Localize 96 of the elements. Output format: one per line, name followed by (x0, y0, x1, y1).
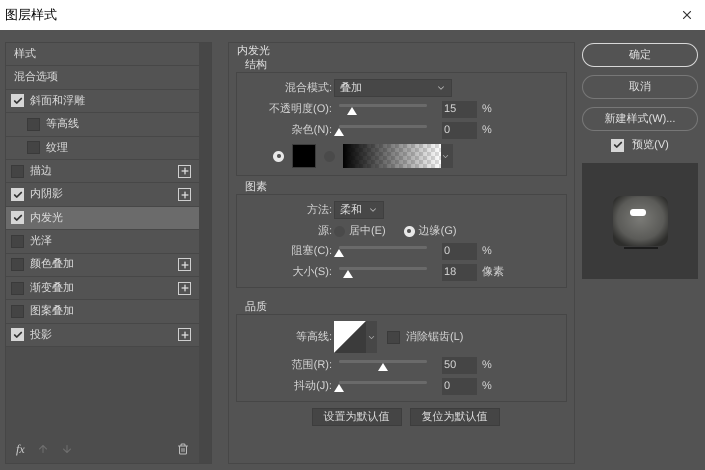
slider-label: 抖动(J): (293, 379, 333, 394)
checkbox[interactable] (11, 211, 24, 224)
trash-icon[interactable] (177, 443, 189, 455)
checkbox[interactable] (11, 304, 24, 318)
gradient-picker[interactable] (343, 144, 453, 168)
checkbox[interactable] (11, 188, 24, 202)
style-item[interactable]: 光泽 (6, 230, 199, 254)
style-label: 内发光 (30, 210, 63, 226)
unit-label: % (482, 358, 492, 374)
checkbox[interactable] (11, 328, 24, 342)
style-label: 渐变叠加 (30, 280, 74, 296)
slider-thumb[interactable] (334, 128, 344, 136)
radio-button[interactable] (273, 150, 284, 162)
unit-label: % (482, 123, 492, 138)
value-field[interactable]: 15 (442, 101, 477, 118)
slider-thumb[interactable] (378, 363, 388, 371)
dialog-button[interactable]: 新建样式(W)... (582, 107, 698, 131)
slider-label: 阻塞(C): (290, 244, 333, 260)
checkbox[interactable] (387, 330, 400, 344)
slider-label: 杂色(N): (290, 123, 333, 138)
value-field[interactable]: 50 (442, 357, 477, 374)
styles-header[interactable]: 样式 (6, 43, 199, 66)
checkbox[interactable] (11, 94, 24, 108)
slider-thumb[interactable] (334, 384, 344, 392)
slider-label: 范围(R): (290, 358, 333, 374)
checkbox[interactable] (27, 141, 40, 154)
dropdown[interactable]: 柔和 (334, 201, 384, 219)
style-item[interactable]: 渐变叠加 (6, 276, 199, 300)
style-item[interactable]: 纹理 (6, 136, 199, 160)
style-label: 内阴影 (30, 187, 63, 202)
group-title: 结构 (245, 58, 268, 72)
section-title: 内发光 (237, 45, 271, 58)
slider-thumb[interactable] (334, 249, 344, 257)
style-label: 颜色叠加 (30, 256, 74, 272)
style-item[interactable]: 混合选项 (6, 66, 199, 90)
value-field[interactable]: 0 (442, 378, 477, 395)
style-label: 光泽 (30, 234, 52, 250)
group-title: 品质 (245, 300, 268, 314)
radio-label: 边缘(G) (418, 224, 457, 239)
add-icon[interactable] (178, 258, 191, 272)
close-icon[interactable] (680, 8, 694, 22)
add-icon[interactable] (178, 164, 191, 178)
style-item[interactable]: 斜面和浮雕 (6, 90, 199, 114)
field-label: 等高线: (294, 330, 333, 345)
unit-label: % (482, 379, 492, 394)
style-item[interactable]: 图案叠加 (6, 300, 199, 324)
default-button[interactable]: 设置为默认值 (312, 408, 402, 426)
style-label: 图案叠加 (30, 304, 74, 320)
checkbox[interactable] (11, 234, 24, 248)
unit-label: 像素 (482, 264, 504, 280)
field-label: 源: (316, 224, 333, 239)
dropdown[interactable]: 叠加 (334, 79, 452, 97)
radio-button[interactable] (404, 226, 415, 236)
contour-icon (334, 321, 366, 353)
checkbox[interactable] (11, 282, 24, 295)
style-label: 混合选项 (14, 70, 58, 86)
slider-label: 大小(S): (291, 265, 333, 280)
add-icon[interactable] (178, 188, 191, 202)
value-field[interactable]: 18 (442, 264, 477, 281)
checkbox-label: 消除锯齿(L) (406, 330, 464, 345)
contour-picker[interactable] (334, 321, 377, 353)
checkbox[interactable] (27, 118, 40, 131)
slider-thumb[interactable] (342, 270, 353, 278)
style-label: 等高线 (46, 116, 79, 132)
checkbox[interactable] (611, 138, 624, 152)
window-title: 图层样式 (5, 6, 57, 24)
style-label: 纹理 (46, 140, 68, 156)
style-label: 描边 (30, 164, 52, 179)
field-label: 混合模式: (284, 80, 333, 96)
style-item[interactable]: 颜色叠加 (6, 254, 199, 277)
style-label: 投影 (30, 328, 52, 343)
value-field[interactable]: 0 (442, 122, 477, 139)
style-item[interactable]: 描边 (6, 160, 199, 184)
fx-button[interactable]: fx (16, 440, 25, 458)
style-item[interactable]: 内阴影 (6, 183, 199, 207)
group-title: 图素 (245, 180, 268, 194)
default-button[interactable]: 复位为默认值 (410, 408, 500, 426)
preview-label: 预览(V) (632, 138, 669, 153)
dialog-button[interactable]: 确定 (582, 43, 698, 67)
style-item[interactable]: 内发光 (6, 206, 199, 230)
checkbox[interactable] (11, 258, 24, 272)
style-item[interactable]: 投影 (6, 324, 199, 348)
add-icon[interactable] (178, 328, 191, 342)
slider-label: 不透明度(O): (268, 102, 333, 118)
color-swatch[interactable] (292, 144, 316, 168)
checkbox[interactable] (11, 164, 24, 178)
unit-label: % (482, 244, 492, 260)
value-field[interactable]: 0 (442, 243, 477, 260)
style-label: 斜面和浮雕 (30, 94, 85, 109)
add-icon[interactable] (178, 282, 191, 295)
unit-label: % (482, 102, 492, 118)
slider-thumb[interactable] (347, 107, 358, 115)
style-item[interactable]: 等高线 (6, 113, 199, 137)
field-label: 方法: (306, 202, 333, 218)
radio-label: 居中(E) (349, 224, 386, 239)
dialog-button[interactable]: 取消 (582, 75, 698, 99)
